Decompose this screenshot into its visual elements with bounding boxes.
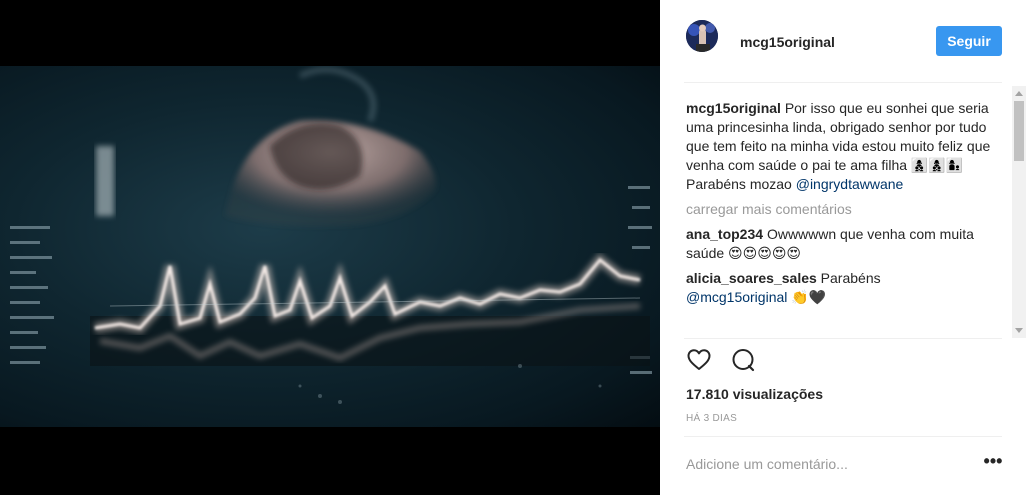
caption: mcg15original Por isso que eu sonhei que…: [686, 99, 1004, 194]
comment-mention[interactable]: @mcg15original: [686, 289, 787, 305]
speech-bubble-icon[interactable]: [730, 347, 756, 373]
post-side-panel: mcg15original Seguir mcg15original Por i…: [660, 0, 1026, 495]
ultrasound-video[interactable]: [0, 66, 660, 427]
post-timestamp[interactable]: HÁ 3 DIAS: [686, 413, 737, 424]
avatar-image: [686, 20, 718, 52]
load-more-comments[interactable]: carregar mais comentários: [686, 200, 1004, 219]
heart-icon[interactable]: [686, 347, 712, 373]
comment-item: alicia_soares_sales Parabéns @mcg15origi…: [686, 269, 1004, 307]
comment-input[interactable]: [686, 452, 966, 476]
scroll-thumb[interactable]: [1014, 101, 1024, 161]
divider: [684, 82, 1002, 83]
scroll-up-arrow-icon[interactable]: [1015, 91, 1023, 96]
follow-button[interactable]: Seguir: [936, 26, 1002, 56]
comments-scrollbar[interactable]: [1012, 86, 1026, 338]
comments-list: mcg15original Por isso que eu sonhei que…: [686, 99, 1004, 339]
view-count[interactable]: 17.810 visualizações: [686, 386, 823, 402]
caption-mention[interactable]: @ingrydtawwane: [796, 176, 904, 192]
post-header: mcg15original Seguir: [660, 0, 1026, 83]
caption-username[interactable]: mcg15original: [686, 100, 781, 116]
comment-emoji: 👏🖤: [791, 289, 827, 305]
comment-item: ana_top234 Owwwwwn que venha com muita s…: [686, 225, 1004, 263]
more-options-icon[interactable]: •••: [982, 451, 1004, 475]
divider: [684, 436, 1002, 437]
ultrasound-image: [10, 66, 652, 404]
scroll-down-arrow-icon[interactable]: [1015, 328, 1023, 333]
comment-username[interactable]: ana_top234: [686, 226, 763, 242]
post-media: [0, 0, 660, 495]
caption-line2: Parabéns mozao: [686, 176, 792, 192]
divider: [684, 338, 1002, 339]
comment-text: Parabéns: [820, 270, 881, 286]
avatar[interactable]: [686, 20, 718, 52]
comment-username[interactable]: alicia_soares_sales: [686, 270, 817, 286]
username-link[interactable]: mcg15original: [740, 34, 835, 50]
view-count-text: 17.810 visualizações: [686, 386, 823, 402]
